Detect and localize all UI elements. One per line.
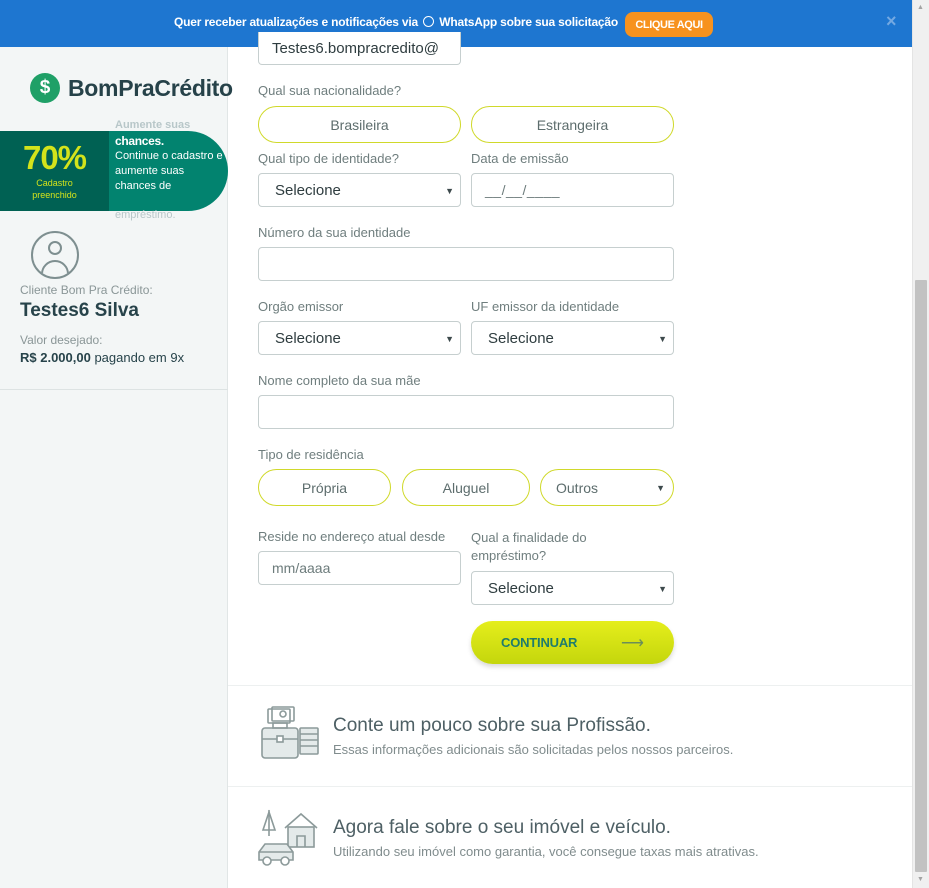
since-label: Reside no endereço atual desde xyxy=(258,529,446,544)
purpose-value: Selecione xyxy=(488,579,554,597)
arrow-right-icon: ⟶ xyxy=(621,635,644,652)
banner-text-whatsapp: WhatsApp sobre sua solicitação xyxy=(439,15,618,29)
client-label: Cliente Bom Pra Crédito: xyxy=(20,283,153,297)
issuer-uf-select[interactable]: Selecione ▼ xyxy=(471,321,674,355)
issuer-uf-value: Selecione xyxy=(488,329,554,347)
mother-name-label: Nome completo da sua mãe xyxy=(258,373,421,388)
id-type-select[interactable]: Selecione ▼ xyxy=(258,173,461,207)
issuer-label: Orgão emissor xyxy=(258,299,344,314)
progress-percent: 70% xyxy=(22,139,87,176)
dollar-logo-icon: $ xyxy=(30,73,60,103)
residence-other-select[interactable]: Outros ▼ xyxy=(540,469,674,506)
sidebar-divider xyxy=(0,389,228,390)
since-placeholder: mm/aaaa xyxy=(272,560,331,576)
profession-section-title[interactable]: Conte um pouco sobre sua Profissão. xyxy=(333,715,651,737)
email-value: Testes6.bompracredito@ xyxy=(272,39,439,57)
nationality-option-brasileira[interactable]: Brasileira xyxy=(258,106,461,143)
chevron-down-icon: ▼ xyxy=(656,483,665,493)
purpose-label-line1: Qual a finalidade do xyxy=(471,530,587,545)
page-scrollbar[interactable]: ▲ ▼ xyxy=(912,0,929,888)
issue-date-label: Data de emissão xyxy=(471,151,569,166)
chevron-down-icon: ▼ xyxy=(658,584,667,594)
id-number-input[interactable] xyxy=(258,247,674,281)
residence-type-label: Tipo de residência xyxy=(258,447,364,462)
scroll-up-icon[interactable]: ▲ xyxy=(917,4,924,11)
click-here-button[interactable]: CLIQUE AQUI xyxy=(625,12,713,37)
banner-message: Quer receber atualizações e notificações… xyxy=(174,15,618,29)
purpose-label-line2: empréstimo? xyxy=(471,548,547,563)
value-summary: R$ 2.000,00 pagando em 9x xyxy=(20,350,184,365)
house-car-icon xyxy=(258,809,318,866)
residence-option-propria[interactable]: Própria xyxy=(258,469,391,506)
id-type-value: Selecione xyxy=(275,181,341,199)
issue-date-placeholder: __/__/____ xyxy=(485,182,561,198)
issuer-select[interactable]: Selecione ▼ xyxy=(258,321,461,355)
issuer-value: Selecione xyxy=(275,329,341,347)
close-icon[interactable]: × xyxy=(886,11,897,32)
progress-caption: Cadastro preenchido xyxy=(32,178,77,200)
nationality-label: Qual sua nacionalidade? xyxy=(258,83,402,98)
mother-name-input[interactable] xyxy=(258,395,674,429)
client-name: Testes6 Silva xyxy=(20,300,140,321)
nationality-option-estrangeira[interactable]: Estrangeira xyxy=(471,106,674,143)
issuer-uf-label: UF emissor da identidade xyxy=(471,299,620,314)
purpose-label: Qual a finalidade do empréstimo? xyxy=(471,529,587,565)
progress-percent-box: 70% Cadastro preenchido xyxy=(0,131,109,211)
progress-ghost-top: Aumente suas xyxy=(115,119,191,131)
value-installments: pagando em 9x xyxy=(90,350,185,365)
email-field[interactable]: Testes6.bompracredito@ xyxy=(258,32,461,65)
chevron-down-icon: ▼ xyxy=(445,334,454,344)
since-input[interactable]: mm/aaaa xyxy=(258,551,461,585)
logo-text: BomPraCrédito xyxy=(68,74,233,101)
value-label: Valor desejado: xyxy=(20,333,103,347)
chevron-down-icon: ▼ xyxy=(445,186,454,196)
banner-text-before: Quer receber atualizações e notificações… xyxy=(174,15,418,29)
id-number-label: Número da sua identidade xyxy=(258,225,411,240)
progress-headline: chances. xyxy=(115,134,164,148)
section-divider xyxy=(228,685,912,686)
money-briefcase-icon xyxy=(261,706,319,759)
purpose-select[interactable]: Selecione ▼ xyxy=(471,571,674,605)
id-type-label: Qual tipo de identidade? xyxy=(258,151,399,166)
progress-message: Continue o cadastro e aumente suas chanc… xyxy=(115,150,223,192)
whatsapp-icon xyxy=(423,16,435,27)
continue-button[interactable]: CONTINUAR ⟶ xyxy=(471,621,674,664)
issue-date-input[interactable]: __/__/____ xyxy=(471,173,674,207)
section-divider xyxy=(228,786,912,787)
property-section-title[interactable]: Agora fale sobre o seu imóvel e veículo. xyxy=(333,817,671,839)
scroll-down-icon[interactable]: ▼ xyxy=(917,876,924,883)
property-section-subtitle: Utilizando seu imóvel como garantia, voc… xyxy=(333,844,759,859)
continue-label: CONTINUAR xyxy=(501,635,578,650)
logo[interactable]: $ BomPraCrédito xyxy=(30,73,233,103)
residence-option-aluguel[interactable]: Aluguel xyxy=(402,469,530,506)
user-avatar-icon xyxy=(31,231,79,279)
residence-other-value: Outros xyxy=(556,479,599,496)
progress-ghost-bottom: empréstimo. xyxy=(115,209,176,221)
profession-section-subtitle: Essas informações adicionais são solicit… xyxy=(333,742,734,757)
value-amount: R$ 2.000,00 xyxy=(20,350,91,365)
chevron-down-icon: ▼ xyxy=(658,334,667,344)
scrollbar-thumb[interactable] xyxy=(915,280,927,872)
